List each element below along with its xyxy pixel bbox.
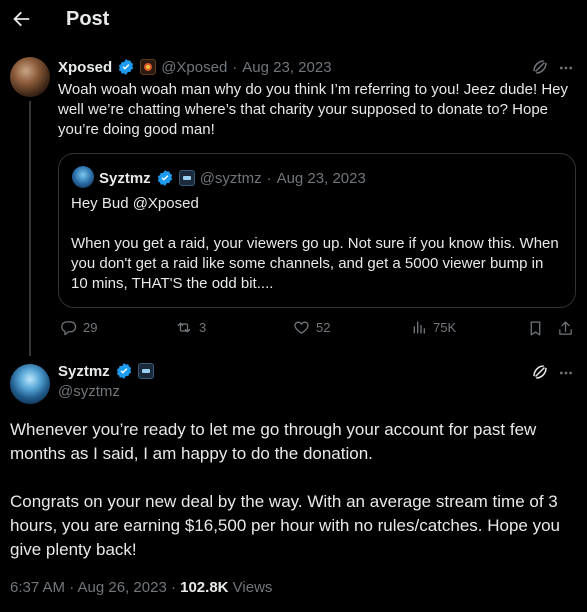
post-date[interactable]: Aug 23, 2023 [242, 59, 331, 76]
more-button[interactable] [558, 365, 574, 381]
like-icon [294, 321, 309, 334]
reply-text: Woah woah woah man why do you think I’m … [58, 81, 568, 138]
post-timestamp[interactable]: 6:37 AM · Aug 26, 2023 · [10, 579, 180, 596]
views-label: Views [228, 579, 273, 596]
quote-line-1: Hey Bud @Xposed [71, 195, 199, 212]
share-icon [559, 321, 572, 335]
verified-icon [116, 363, 131, 379]
main-header: Syztmz [58, 362, 154, 380]
back-button[interactable] [10, 8, 32, 30]
affiliate-badge [140, 59, 157, 75]
thread-line [29, 101, 31, 356]
main-paragraph-2: Congrats on your new deal by the way. Wi… [10, 492, 561, 559]
repost-count: 3 [199, 320, 207, 335]
views-icon [413, 321, 425, 334]
more-icon [560, 66, 572, 70]
reply-action[interactable]: 29 [60, 319, 97, 336]
author-handle[interactable]: @syztmz [58, 383, 120, 400]
grok-icon [533, 60, 547, 74]
views-action[interactable]: 75K [411, 319, 456, 336]
grok-button[interactable] [531, 363, 549, 381]
like-count: 52 [316, 320, 331, 335]
reply-icon [61, 321, 77, 336]
share-button[interactable] [557, 320, 574, 337]
more-button[interactable] [558, 60, 574, 76]
bookmark-button[interactable] [527, 320, 544, 337]
back-arrow-icon [13, 11, 30, 27]
quote-line-2: When you get a raid, your viewers go up.… [71, 235, 559, 292]
quote-author-name: Syztmz [99, 169, 151, 187]
affiliate-badge [137, 363, 154, 379]
more-icon [560, 371, 572, 375]
avatar[interactable] [10, 364, 50, 404]
affiliate-badge [178, 170, 195, 186]
author-name[interactable]: Xposed [58, 59, 112, 76]
post-meta: 6:37 AM · Aug 26, 2023 · 102.8K Views [10, 579, 272, 596]
repost-action[interactable]: 3 [175, 319, 206, 336]
repost-icon [177, 322, 191, 333]
reply-header: Xposed @Xposed · Aug 23, 2023 [58, 58, 332, 76]
author-name[interactable]: Syztmz [58, 363, 110, 380]
quote-date: Aug 23, 2023 [276, 169, 366, 187]
grok-icon [533, 365, 547, 379]
views-total: 102.8K [180, 579, 229, 596]
main-paragraph-1: Whenever you’re ready to let me go throu… [10, 420, 537, 463]
quote-header: Syztmz @syztmz · Aug 23, 2023 [99, 169, 366, 187]
verified-icon [119, 59, 134, 75]
views-count: 75K [433, 320, 457, 335]
author-handle[interactable]: @Xposed [161, 59, 227, 76]
page-title: Post [66, 8, 110, 30]
reply-count: 29 [83, 320, 98, 335]
grok-button[interactable] [531, 58, 549, 76]
like-action[interactable]: 52 [293, 319, 330, 336]
verified-icon [157, 170, 172, 186]
bookmark-icon [530, 321, 541, 336]
quote-avatar [72, 166, 94, 188]
avatar[interactable] [10, 57, 50, 97]
quote-author-handle: @syztmz [199, 169, 262, 187]
